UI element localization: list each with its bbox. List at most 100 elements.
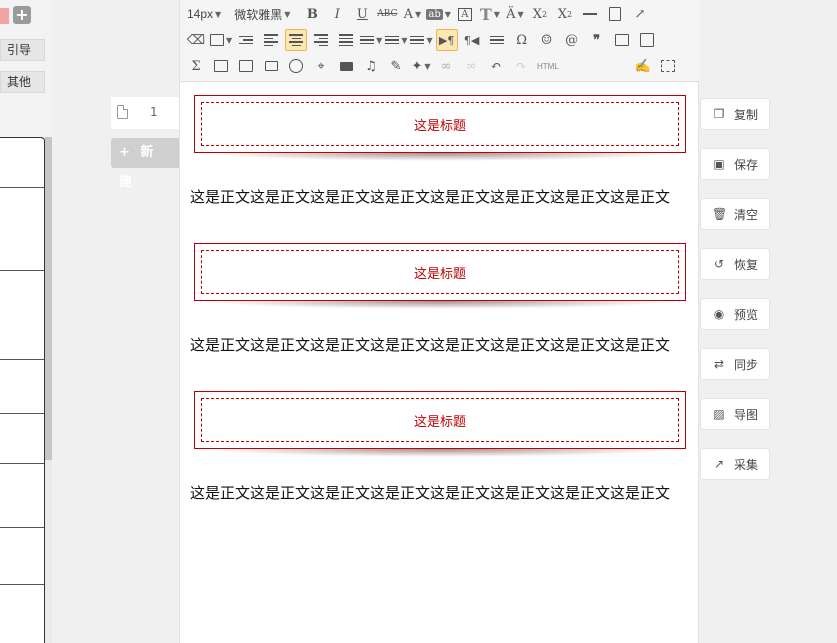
title-text: 这是标题: [201, 250, 679, 294]
external-link-icon[interactable]: ↗: [629, 3, 651, 25]
palette-icon[interactable]: [285, 55, 307, 77]
align-center-icon[interactable]: [285, 29, 308, 51]
category-guide[interactable]: 引导: [0, 39, 45, 61]
preview-label: 预览: [734, 307, 759, 322]
clear-button[interactable]: 🗑 清空: [700, 198, 770, 230]
insert-multi-image-icon[interactable]: [235, 55, 257, 77]
magic-wand-icon[interactable]: ✦ ▼: [410, 55, 432, 77]
italic-icon[interactable]: I: [326, 3, 348, 25]
body-paragraph[interactable]: 这是正文这是正文这是正文这是正文这是正文这是正文这是正文这是正文: [190, 185, 686, 209]
list-scrollbar-thumb[interactable]: [45, 137, 52, 460]
paragraph-spacing-top-icon[interactable]: ▼: [385, 29, 407, 51]
subscript-icon[interactable]: X2: [554, 3, 576, 25]
paragraph-spacing-bottom-icon[interactable]: ▼: [410, 29, 433, 51]
list-item[interactable]: [0, 357, 48, 363]
title-text: 这是标题: [201, 398, 679, 442]
video-icon[interactable]: [335, 55, 357, 77]
title-shadow: [201, 153, 679, 161]
sync-icon: ⇄: [713, 357, 725, 371]
toolbar-row-3: Σ ⌖ ♫ ✎ ✦ ▼ ∞ ∞ ↶ ↷ HTML ✍: [185, 54, 682, 78]
highlight-icon[interactable]: ab ▼: [426, 3, 451, 25]
content-block: 这是标题 这是正文这是正文这是正文这是正文这是正文这是正文这是正文这是正文: [190, 391, 686, 505]
html-source-button[interactable]: HTML: [535, 55, 561, 77]
collect-icon: ↗: [713, 457, 725, 471]
font-effect-icon[interactable]: Ä ▼: [504, 3, 526, 25]
eye-icon: ◉: [713, 307, 725, 321]
horizontal-rule-icon[interactable]: [579, 3, 601, 25]
indent-icon[interactable]: [235, 29, 257, 51]
export-image-button[interactable]: ▨ 导图: [700, 398, 770, 430]
font-size-select[interactable]: 14px ▼: [185, 3, 223, 25]
image-float-icon[interactable]: [486, 29, 508, 51]
list-scrollbar[interactable]: [45, 137, 52, 643]
restore-button[interactable]: ↺ 恢复: [700, 248, 770, 280]
editor: 14px ▼ 微软雅黑 ▼ B I U ABC A ▼ ab ▼ A T ▼ Ä ▼ X2 …: [179, 0, 700, 643]
strikethrough-icon[interactable]: ABC: [376, 3, 398, 25]
preview-button[interactable]: ◉ 预览: [700, 298, 770, 330]
body-paragraph[interactable]: 这是正文这是正文这是正文这是正文这是正文这是正文这是正文这是正文: [190, 481, 686, 505]
collect-button[interactable]: ↗ 采集: [700, 448, 770, 480]
formula-icon[interactable]: Σ: [185, 55, 207, 77]
align-left-icon[interactable]: [260, 29, 282, 51]
line-height-icon[interactable]: ▼: [360, 29, 382, 51]
fullscreen-icon[interactable]: [657, 55, 679, 77]
special-char-icon[interactable]: Ω: [511, 29, 533, 51]
unlink-icon[interactable]: ∞: [460, 55, 482, 77]
table-icon[interactable]: [611, 29, 633, 51]
font-family-select[interactable]: 微软雅黑 ▼: [232, 3, 292, 25]
add-category-button[interactable]: +: [13, 6, 31, 24]
undo-icon[interactable]: ↶: [485, 55, 507, 77]
text-direction-rtl-icon[interactable]: ¶◀: [461, 29, 483, 51]
map-icon[interactable]: ⌖: [310, 55, 332, 77]
emoji-icon[interactable]: ☺: [536, 29, 558, 51]
list-item[interactable]: [0, 411, 48, 417]
save-button[interactable]: ▣ 保存: [700, 148, 770, 180]
superscript-icon[interactable]: X2: [529, 3, 551, 25]
text-border-icon[interactable]: A: [454, 3, 476, 25]
copy-icon: ❐: [713, 107, 725, 121]
brush-icon[interactable]: ✎: [385, 55, 407, 77]
toolbar-row-1: 14px ▼ 微软雅黑 ▼ B I U ABC A ▼ ab ▼ A T ▼ Ä ▼ X2 …: [185, 2, 654, 26]
calendar-icon[interactable]: [636, 29, 658, 51]
active-tab-marker[interactable]: [0, 8, 9, 24]
list-item[interactable]: [0, 525, 48, 531]
insert-frame-icon[interactable]: [260, 55, 282, 77]
list-item[interactable]: [0, 461, 48, 467]
body-paragraph[interactable]: 这是正文这是正文这是正文这是正文这是正文这是正文这是正文这是正文: [190, 333, 686, 357]
underline-icon[interactable]: U: [351, 3, 373, 25]
sync-button[interactable]: ⇄ 同步: [700, 348, 770, 380]
list-item[interactable]: [0, 268, 48, 274]
document-content[interactable]: 这是标题 这是正文这是正文这是正文这是正文这是正文这是正文这是正文这是正文 这是…: [190, 95, 686, 539]
editor-toolbar: 14px ▼ 微软雅黑 ▼ B I U ABC A ▼ ab ▼ A T ▼ Ä ▼ X2 …: [180, 0, 700, 82]
text-shadow-icon[interactable]: T ▼: [479, 3, 501, 25]
restore-icon: ↺: [713, 257, 725, 271]
toolbar-row-2: ⌫ ▼ ▼ ▼ ▼ ▶¶ ¶◀ Ω ☺ @ ❞: [185, 28, 661, 52]
text-direction-ltr-icon[interactable]: ▶¶: [435, 29, 458, 51]
category-other[interactable]: 其他: [0, 71, 45, 93]
align-justify-icon[interactable]: [335, 29, 357, 51]
edit-note-icon[interactable]: ✍: [632, 55, 654, 77]
mention-icon[interactable]: @: [561, 29, 583, 51]
title-box[interactable]: 这是标题: [194, 243, 686, 301]
font-color-icon[interactable]: A ▼: [401, 3, 423, 25]
align-right-icon[interactable]: [310, 29, 332, 51]
eraser-icon[interactable]: ⌫: [185, 29, 207, 51]
paragraph-format-icon[interactable]: ▼: [210, 29, 232, 51]
bold-icon[interactable]: B: [301, 3, 323, 25]
music-icon[interactable]: ♫: [360, 55, 382, 77]
list-item[interactable]: [0, 185, 48, 191]
list-item[interactable]: [0, 582, 48, 588]
title-box[interactable]: 这是标题: [194, 95, 686, 153]
copy-label: 复制: [734, 107, 759, 122]
title-box[interactable]: 这是标题: [194, 391, 686, 449]
new-page-button[interactable]: + 新 建: [111, 138, 179, 190]
page-item-1[interactable]: 1: [111, 97, 179, 129]
title-shadow: [201, 301, 679, 309]
link-icon[interactable]: ∞: [435, 55, 457, 77]
title-text: 这是标题: [201, 102, 679, 146]
new-document-icon[interactable]: [604, 3, 626, 25]
redo-icon[interactable]: ↷: [510, 55, 532, 77]
insert-image-icon[interactable]: [210, 55, 232, 77]
blockquote-icon[interactable]: ❞: [586, 29, 608, 51]
copy-button[interactable]: ❐ 复制: [700, 98, 770, 130]
